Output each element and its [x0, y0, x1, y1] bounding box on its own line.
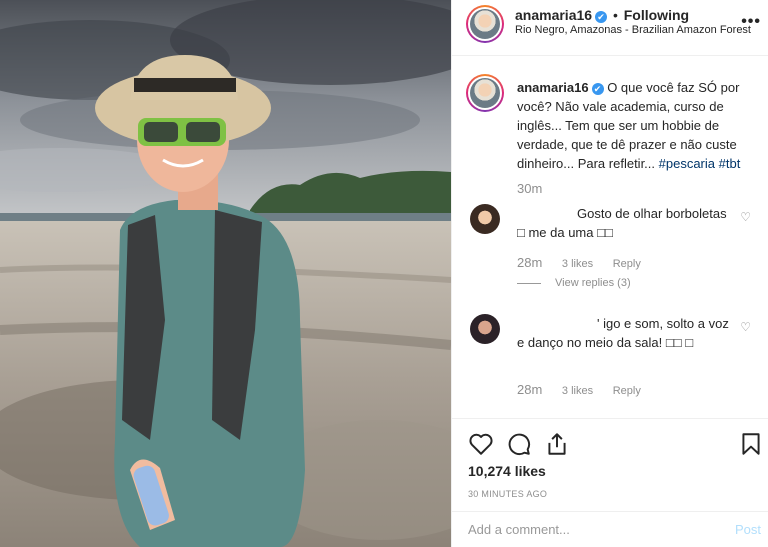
post-button[interactable]: Post: [735, 522, 761, 537]
comment-text: ' igo e som, solto a voz e danço no meio…: [517, 316, 729, 350]
reply-button[interactable]: Reply: [613, 385, 641, 397]
photo-illustration: [0, 0, 451, 547]
comment-like-heart-icon[interactable]: ♡: [740, 320, 751, 334]
comment-text: Gosto de olhar borboletas □ me da uma □□: [517, 206, 727, 240]
share-icon[interactable]: [544, 431, 570, 457]
header-user-line: anamaria16 ✔ • Following: [515, 7, 689, 23]
view-replies-label: View replies (3): [555, 277, 631, 289]
comment-meta: 28m 3 likes Reply: [517, 382, 657, 397]
following-button[interactable]: Following: [624, 7, 689, 23]
verified-badge-icon: ✔: [591, 83, 604, 95]
post-side-panel: anamaria16 ✔ • Following Rio Negro, Amazo…: [451, 0, 768, 547]
caption-username[interactable]: anamaria16: [517, 80, 589, 95]
comment-likes[interactable]: 3 likes: [562, 258, 593, 270]
separator-dot: •: [612, 7, 618, 23]
hashtag-link[interactable]: #pescaria: [659, 156, 715, 171]
view-replies-button[interactable]: View replies (3): [517, 277, 631, 289]
hashtag-link[interactable]: #tbt: [719, 156, 741, 171]
caption-text: anamaria16 ✔ O que você faz SÓ por você? …: [517, 78, 757, 173]
caption-avatar[interactable]: [466, 74, 504, 112]
verified-badge-icon: ✔: [595, 11, 608, 23]
comment-likes[interactable]: 3 likes: [562, 385, 593, 397]
post-header: anamaria16 ✔ • Following Rio Negro, Amazo…: [452, 0, 768, 56]
comment-like-heart-icon[interactable]: ♡: [740, 210, 751, 224]
reply-button[interactable]: Reply: [613, 258, 641, 270]
post-actions: 10,274 likes 30 MINUTES AGO: [452, 418, 768, 511]
comment-timestamp: 28m: [517, 382, 543, 397]
more-options-icon[interactable]: •••: [741, 13, 761, 31]
location-link[interactable]: Rio Negro, Amazonas - Brazilian Amazon F…: [515, 24, 751, 36]
replies-divider: [517, 282, 541, 284]
heart-icon[interactable]: [468, 431, 494, 457]
bookmark-icon[interactable]: [738, 431, 764, 457]
header-username[interactable]: anamaria16: [515, 7, 592, 23]
comment-timestamp: 28m: [517, 255, 543, 270]
avatar[interactable]: [466, 5, 504, 43]
add-comment-bar: Post: [452, 511, 768, 547]
post-photo[interactable]: [0, 0, 451, 547]
post-time-ago: 30 MINUTES AGO: [468, 489, 548, 499]
caption-timestamp: 30m: [517, 181, 543, 196]
likes-count[interactable]: 10,274 likes: [468, 463, 546, 479]
commenter-avatar[interactable]: [470, 314, 500, 344]
comment-icon[interactable]: [506, 431, 532, 457]
comment-input[interactable]: [468, 522, 708, 537]
commenter-avatar[interactable]: [470, 204, 500, 234]
comment-meta: 28m 3 likes Reply: [517, 255, 657, 270]
